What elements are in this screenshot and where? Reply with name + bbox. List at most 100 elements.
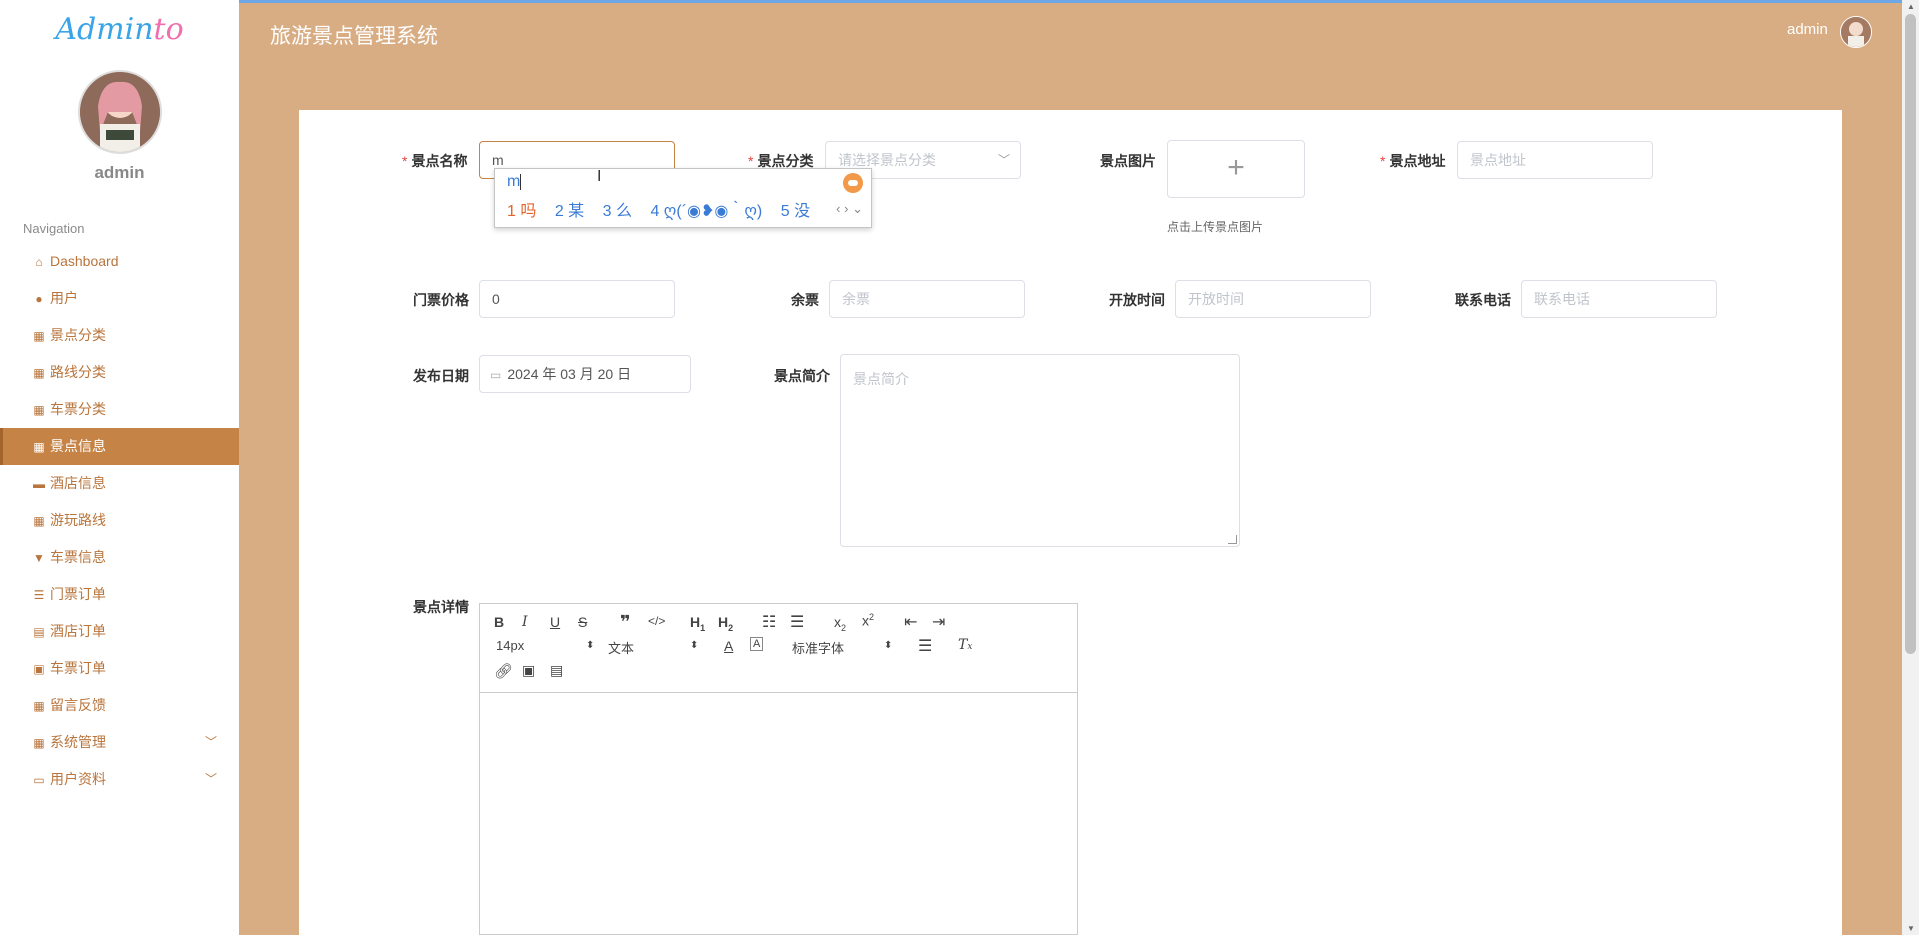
indent-icon[interactable]: ⇥ (932, 612, 945, 632)
underline-icon[interactable]: U (550, 614, 560, 630)
clear-format-icon[interactable]: Tx (958, 637, 972, 653)
ime-candidate[interactable]: 3 么 (603, 203, 632, 220)
address-label: * 景点地址 (1380, 153, 1446, 169)
sidebar-item-bus-ticket-orders[interactable]: ▣ 车票订单 (0, 650, 239, 687)
strikethrough-icon[interactable]: S (578, 614, 587, 630)
resize-handle-icon[interactable] (1228, 535, 1237, 544)
name-label: * 景点名称 (402, 153, 468, 169)
detail-label: 景点详情 (413, 599, 469, 615)
phone-input[interactable]: 联系电话 (1521, 280, 1717, 318)
code-icon[interactable]: </> (648, 614, 665, 628)
outdent-icon[interactable]: ⇤ (904, 612, 917, 632)
grid-icon: ▦ (33, 736, 45, 750)
remaining-label: 余票 (791, 292, 819, 308)
text-type-select[interactable]: 文本 ⬍ (608, 638, 698, 657)
sidebar-username: admin (94, 163, 145, 182)
grid-icon: ▦ (33, 366, 45, 380)
ordered-list-icon[interactable]: ☷ (762, 612, 776, 632)
plus-icon: + (1227, 151, 1245, 184)
ime-candidate[interactable]: 2 某 (555, 203, 584, 220)
scroll-down-icon[interactable]: ▼ (1907, 924, 1915, 933)
user-icon: ● (35, 292, 43, 306)
chevron-right-icon[interactable]: › (844, 201, 848, 216)
text-cursor-icon: I (597, 168, 602, 185)
open-time-input[interactable]: 开放时间 (1175, 280, 1371, 318)
list-icon: ☰ (33, 588, 45, 602)
top-accent-line (0, 0, 1919, 3)
sidebar-item-ticket-category[interactable]: ▦ 车票分类 (0, 391, 239, 428)
image-icon[interactable]: ▣ (522, 662, 535, 679)
remaining-input[interactable]: 余票 (829, 280, 1025, 318)
ime-candidate[interactable]: 1 吗 (507, 203, 536, 220)
italic-icon[interactable]: I (522, 614, 528, 630)
header-username[interactable]: admin (1787, 21, 1828, 38)
sidebar-item-dashboard[interactable]: ⌂ Dashboard (0, 243, 239, 280)
address-input[interactable]: 景点地址 (1457, 141, 1653, 179)
heading2-icon[interactable]: H2 (718, 614, 733, 633)
scroll-thumb[interactable] (1905, 14, 1916, 654)
sidebar-item-route-category[interactable]: ▦ 路线分类 (0, 354, 239, 391)
ime-candidate[interactable]: 4 ღ(´◉❥◉｀ღ) (650, 203, 762, 220)
grid-icon: ▦ (33, 329, 45, 343)
clipboard-check-icon: ▣ (33, 662, 45, 676)
superscript-icon[interactable]: x2 (862, 612, 874, 629)
app-logo[interactable]: Adminto (0, 12, 239, 47)
scroll-up-icon[interactable]: ▲ (1907, 2, 1915, 11)
sidebar-item-attraction-category[interactable]: ▦ 景点分类 (0, 317, 239, 354)
sidebar-nav: ⌂ Dashboard ● 用户 ▦ 景点分类 ▦ 路线分类 ▦ 车票分类 ▦ 景点信息 ▬… (0, 243, 239, 798)
background-color-icon[interactable]: A (750, 637, 764, 651)
ime-logo-icon[interactable] (843, 173, 863, 193)
chevron-left-icon[interactable]: ‹ (836, 201, 840, 216)
image-upload-button[interactable]: + (1167, 140, 1305, 198)
updown-arrow-icon: ⬍ (690, 640, 699, 651)
chevron-down-icon: ﹀ (997, 153, 1010, 167)
link-icon[interactable]: 🔗︎ (494, 662, 513, 680)
sidebar-item-users[interactable]: ● 用户 (0, 280, 239, 317)
chevron-down-icon[interactable]: ⌄ (852, 201, 863, 216)
bold-icon[interactable]: B (494, 614, 504, 630)
updown-arrow-icon: ⬍ (884, 640, 893, 651)
grid-icon: ▦ (33, 440, 45, 454)
heading1-icon[interactable]: H1 (690, 614, 705, 633)
sidebar-item-user-profile[interactable]: ▭ 用户资料 ﹀ (0, 761, 239, 798)
chevron-down-icon: ﹀ (204, 772, 217, 786)
price-input[interactable]: 0 (479, 280, 675, 318)
align-icon[interactable]: ☰ (918, 636, 932, 656)
sidebar-item-feedback[interactable]: ▦ 留言反馈 (0, 687, 239, 724)
calendar-icon: ▭ (33, 773, 45, 787)
video-icon[interactable]: ▤ (550, 662, 563, 679)
font-family-select[interactable]: 标准字体 ⬍ (792, 638, 892, 657)
font-size-select[interactable]: 14px ⬍ (496, 638, 594, 653)
sidebar-item-system-management[interactable]: ▦ 系统管理 ﹀ (0, 724, 239, 761)
open-time-label: 开放时间 (1109, 292, 1165, 308)
editor-content-area[interactable] (480, 693, 1077, 934)
sidebar-item-hotel-orders[interactable]: ▤ 酒店订单 (0, 613, 239, 650)
home-icon: ⌂ (35, 255, 43, 269)
font-color-icon[interactable]: A (724, 638, 733, 654)
calendar-icon: ▭ (490, 368, 502, 382)
grid-icon: ▦ (33, 403, 45, 417)
publish-date-picker[interactable]: ▭ 2024 年 03 月 20 日 (479, 355, 691, 393)
grid-icon: ▦ (33, 514, 45, 528)
updown-arrow-icon: ⬍ (586, 640, 595, 651)
sidebar-item-tour-route[interactable]: ▦ 游玩路线 (0, 502, 239, 539)
grid-icon: ▦ (33, 699, 45, 713)
sidebar-item-attraction-info[interactable]: ▦ 景点信息 (0, 428, 239, 465)
intro-textarea[interactable]: 景点简介 (840, 354, 1240, 547)
header-avatar[interactable] (1840, 16, 1872, 48)
price-label: 门票价格 (413, 292, 469, 308)
blockquote-icon[interactable]: ❞ (620, 612, 631, 633)
subscript-icon[interactable]: x2 (834, 614, 846, 633)
sidebar-item-hotel-info[interactable]: ▬ 酒店信息 (0, 465, 239, 502)
image-upload-hint: 点击上传景点图片 (1167, 220, 1264, 234)
page-scrollbar[interactable]: ▲ ▼ (1902, 0, 1919, 935)
sidebar-item-ticket-info[interactable]: ▼ 车票信息 (0, 539, 239, 576)
ime-candidate[interactable]: 5 没 (781, 203, 810, 220)
phone-label: 联系电话 (1455, 292, 1511, 308)
ime-candidate-popup: m 1 吗 2 某 3 么 4 ღ(´◉❥◉｀ღ) 5 没 ‹ › ⌄ (494, 168, 872, 228)
sidebar-avatar[interactable] (78, 70, 162, 154)
bullet-list-icon[interactable]: ☰ (790, 612, 804, 632)
sidebar-item-ticket-orders[interactable]: ☰ 门票订单 (0, 576, 239, 613)
sign-icon: ▼ (33, 551, 45, 565)
ime-candidates: 1 吗 2 某 3 么 4 ღ(´◉❥◉｀ღ) 5 没 (507, 197, 824, 221)
